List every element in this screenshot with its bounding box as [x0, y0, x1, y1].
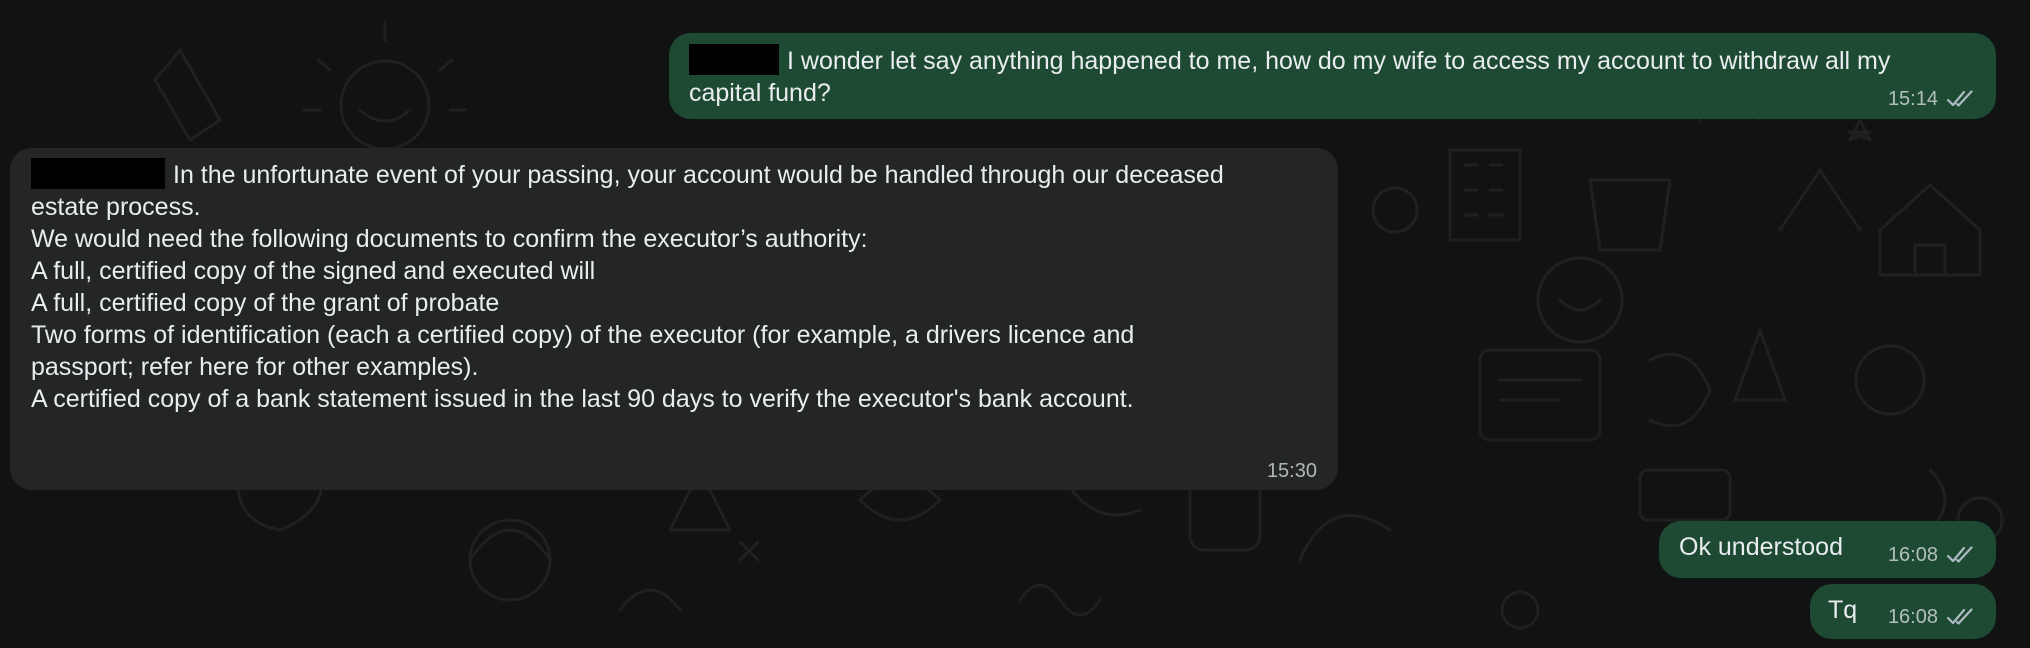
- double-check-icon: [1946, 546, 1973, 563]
- incoming-message[interactable]: In the unfortunate event of your passing…: [10, 148, 1338, 490]
- message-meta: 15:14: [1888, 83, 1974, 115]
- message-meta: 16:08: [1888, 601, 1974, 633]
- message-meta: 16:08: [1888, 539, 1974, 571]
- outgoing-message[interactable]: Tq 16:08: [1810, 584, 1996, 639]
- chat-message-list: I wonder let say anything happened to me…: [0, 0, 2030, 648]
- message-time: 16:08: [1887, 544, 1938, 566]
- message-text-line: estate process.: [31, 193, 201, 221]
- message-time: 15:14: [1887, 88, 1938, 110]
- message-time: 15:30: [1266, 460, 1317, 482]
- message-time: 16:08: [1887, 606, 1938, 628]
- redacted-name: [31, 158, 165, 189]
- double-check-icon: [1946, 608, 1973, 625]
- message-text-line: capital fund?: [689, 79, 831, 107]
- outgoing-message[interactable]: Ok understood 16:08: [1659, 521, 1996, 578]
- redacted-name: [689, 44, 779, 75]
- double-check-icon: [1946, 90, 1973, 107]
- outgoing-message[interactable]: I wonder let say anything happened to me…: [669, 33, 1996, 119]
- message-text-line: Two forms of identification (each a cert…: [31, 321, 1135, 349]
- message-text-line: A full, certified copy of the signed and…: [31, 257, 596, 285]
- message-text-line: A certified copy of a bank statement iss…: [31, 385, 1134, 413]
- message-text-line: passport; refer here for other examples)…: [31, 353, 479, 381]
- message-text-line: In the unfortunate event of your passing…: [31, 158, 1318, 191]
- message-text-line: A full, certified copy of the grant of p…: [31, 289, 500, 317]
- message-meta: 15:30: [1267, 455, 1317, 487]
- message-text-line: I wonder let say anything happened to me…: [689, 44, 1974, 77]
- message-text-line: We would need the following documents to…: [31, 225, 868, 253]
